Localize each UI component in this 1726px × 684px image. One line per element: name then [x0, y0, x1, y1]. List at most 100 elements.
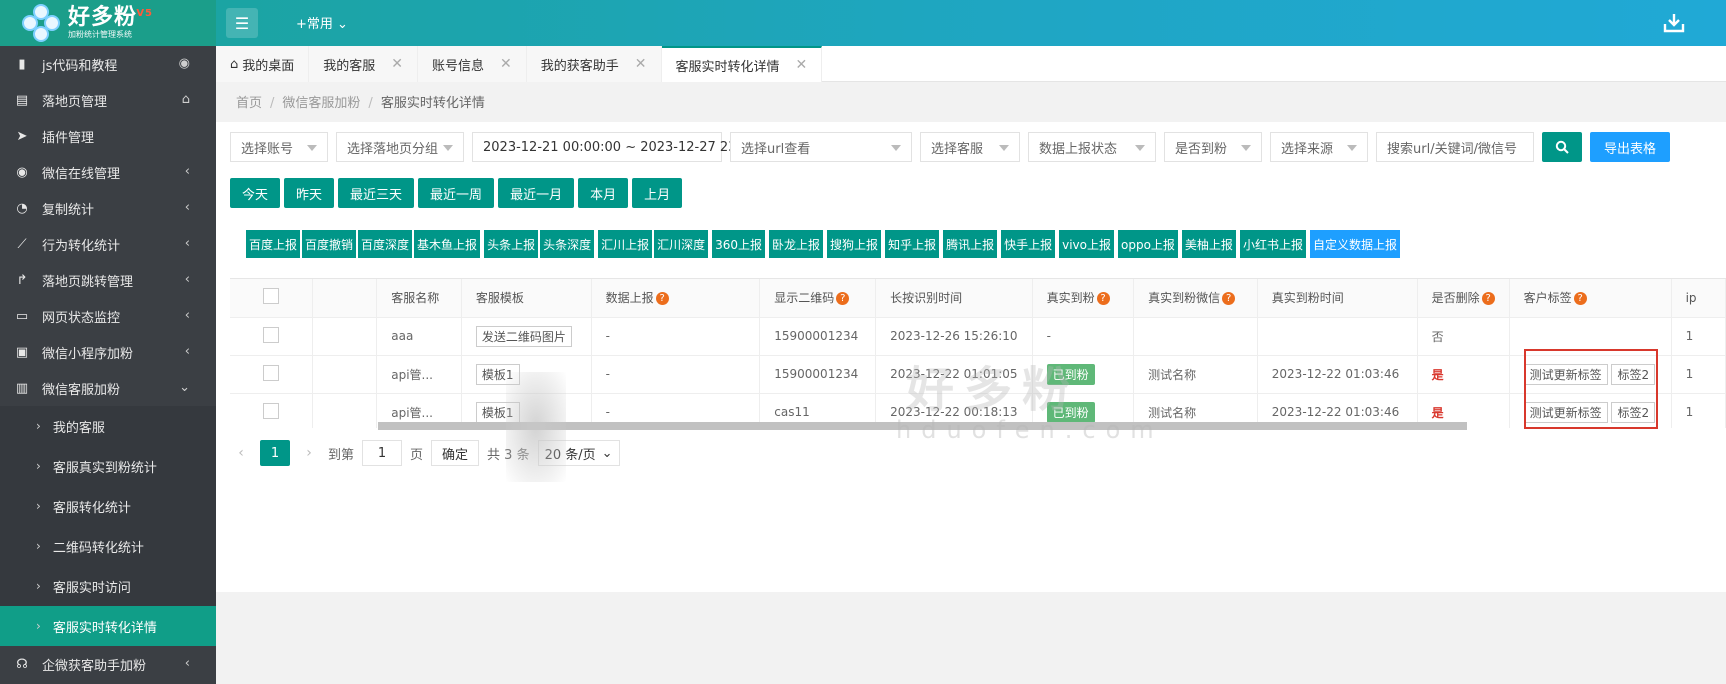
is-fan-select[interactable]: 是否到粉 [1164, 132, 1262, 162]
sidebar-item-4[interactable]: ◔ 复制统计 ‹ [0, 190, 216, 226]
prev-page-icon[interactable]: ‹ [230, 445, 252, 461]
page-input[interactable]: 1 [362, 440, 403, 466]
help-icon[interactable]: ? [1481, 292, 1495, 306]
report-button[interactable]: 基木鱼上报 [414, 230, 481, 258]
next-page-icon[interactable]: › [298, 445, 320, 461]
sidebar-sub-my-service[interactable]: › 我的客服 [0, 406, 216, 446]
sidebar-item-0[interactable]: ▮ js代码和教程 ◉ [0, 46, 216, 82]
header-real-fan: 真实到粉? [1032, 279, 1135, 318]
url-view-select[interactable]: 选择url查看 [730, 132, 912, 162]
sidebar-sub-label: 客服转化统计 [52, 500, 131, 516]
landing-group-select[interactable]: 选择落地页分组 [336, 132, 464, 162]
tab-my-assistant[interactable]: 我的获客助手 ✕ [526, 46, 662, 82]
report-button[interactable]: vivo上报 [1059, 230, 1114, 258]
close-icon[interactable]: ✕ [391, 56, 403, 72]
report-button[interactable]: 搜狗上报 [827, 230, 882, 258]
close-icon[interactable]: ✕ [796, 57, 808, 73]
sidebar-sub-realtime-conversion[interactable]: › 客服实时转化详情 [0, 606, 216, 646]
breadcrumb-parent[interactable]: 微信客服加粉 [282, 96, 360, 111]
highlight-box [1524, 349, 1658, 429]
row-checkbox[interactable] [262, 326, 279, 343]
breadcrumb-home[interactable]: 首页 [236, 96, 262, 111]
account-select[interactable]: 选择账号 [230, 132, 328, 162]
select-all-checkbox[interactable] [262, 288, 279, 305]
search-button[interactable] [1542, 132, 1582, 162]
report-button[interactable]: 快手上报 [1001, 230, 1056, 258]
quick-date-button[interactable]: 上月 [632, 178, 683, 208]
sidebar-item-1[interactable]: ▤ 落地页管理 ⌂ [0, 82, 216, 118]
help-icon[interactable]: ? [1222, 292, 1236, 306]
cell-service-name: api管... [376, 355, 462, 394]
sidebar-item-label: 落地页管理 [42, 94, 108, 110]
date-range-input[interactable]: 2023-12-21 00:00:00 ~ 2023-12-27 23:59:5… [472, 132, 778, 162]
common-menu[interactable]: +常用 ⌄ [296, 13, 348, 32]
report-button[interactable]: 360上报 [712, 230, 766, 258]
search-input[interactable]: 搜索url/关键词/微信号 [1376, 132, 1534, 162]
report-button[interactable]: 知乎上报 [885, 230, 940, 258]
report-button[interactable]: 百度上报 [246, 230, 301, 258]
report-button[interactable]: 头条深度 [540, 230, 595, 258]
report-button[interactable]: 腾讯上报 [943, 230, 998, 258]
quick-date-button[interactable]: 昨天 [284, 178, 335, 208]
export-button[interactable]: 导出表格 [1590, 132, 1671, 162]
menu-toggle-button[interactable]: ☰ [226, 8, 258, 38]
report-button[interactable]: 美柚上报 [1181, 230, 1236, 258]
cell-real-fan-wechat: 测试名称 [1133, 355, 1258, 394]
tab-account-info[interactable]: 账号信息 ✕ [418, 46, 527, 82]
help-icon[interactable]: ? [1096, 292, 1110, 306]
sidebar-item-2[interactable]: ➤ 插件管理 [0, 118, 216, 154]
tab-my-service[interactable]: 我的客服 ✕ [309, 46, 419, 82]
report-status-select[interactable]: 数据上报状态 [1028, 132, 1156, 162]
sidebar-sub-realtime-visit[interactable]: › 客服实时访问 [0, 566, 216, 606]
current-page[interactable]: 1 [260, 440, 290, 466]
template-tag: 发送二维码图片 [475, 325, 572, 347]
report-button-group: 360上报 [712, 230, 766, 258]
goto-confirm-button[interactable]: 确定 [431, 440, 480, 466]
main-content: 首页 / 微信客服加粉 / 客服实时转化详情 选择账号 选择落地页分组 2023-12-… [216, 82, 1726, 684]
report-button[interactable]: 头条上报 [484, 230, 539, 258]
sidebar-item-7[interactable]: ▭ 网页状态监控 ‹ [0, 298, 216, 334]
close-icon[interactable]: ✕ [635, 56, 647, 72]
help-icon[interactable]: ? [1573, 292, 1587, 306]
report-button[interactable]: 汇川深度 [654, 230, 709, 258]
report-button[interactable]: oppo上报 [1118, 230, 1178, 258]
custom-report-button[interactable]: 自定义数据上报 [1309, 230, 1400, 258]
help-icon[interactable]: ? [655, 292, 669, 306]
service-select[interactable]: 选择客服 [920, 132, 1020, 162]
sidebar-item-8[interactable]: ▣ 微信小程序加粉 ‹ [0, 334, 216, 370]
sidebar-sub-conversion-stats[interactable]: › 客服转化统计 [0, 486, 216, 526]
report-button[interactable]: 百度深度 [358, 230, 413, 258]
report-button[interactable]: 百度撤销 [302, 230, 357, 258]
sidebar-item-9[interactable]: ▥ 微信客服加粉 ⌄ [0, 370, 216, 406]
sidebar-sub-real-fan-stats[interactable]: › 客服真实到粉统计 [0, 446, 216, 486]
source-select[interactable]: 选择来源 [1270, 132, 1368, 162]
sidebar-item-6[interactable]: ↱ 落地页跳转管理 ‹ [0, 262, 216, 298]
sidebar-item-3[interactable]: ◉ 微信在线管理 ‹ [0, 154, 216, 190]
share-icon: ↱ [16, 272, 28, 288]
sidebar-item-label: 复制统计 [42, 202, 95, 218]
sidebar-sub-qr-stats[interactable]: › 二维码转化统计 [0, 526, 216, 566]
logo-text: 好多粉 V5 加粉统计管理系统 [68, 6, 152, 40]
quick-date-button[interactable]: 本月 [578, 178, 629, 208]
quick-date-button[interactable]: 最近一周 [418, 178, 495, 208]
quick-date-button[interactable]: 最近三天 [338, 178, 415, 208]
report-button-group: 美柚上报 [1181, 230, 1236, 258]
row-blank-cell [312, 317, 378, 356]
download-icon[interactable] [1662, 12, 1686, 34]
sidebar-item-wecom-assistant[interactable]: ☊ 企微获客助手加粉 ‹ [0, 646, 216, 682]
sidebar-item-5[interactable]: ⟋ 行为转化统计 ‹ [0, 226, 216, 262]
report-button[interactable]: 小红书上报 [1239, 230, 1306, 258]
report-button[interactable]: 汇川上报 [598, 230, 653, 258]
close-icon[interactable]: ✕ [500, 56, 512, 72]
hamburger-icon: ☰ [234, 13, 250, 33]
row-checkbox[interactable] [262, 402, 279, 419]
tab-realtime-conversion[interactable]: 客服实时转化详情 ✕ [661, 46, 823, 82]
help-icon[interactable]: ? [836, 292, 850, 306]
quick-date-button[interactable]: 最近一月 [498, 178, 575, 208]
logo[interactable]: 好多粉 V5 加粉统计管理系统 [0, 0, 216, 46]
report-button[interactable]: 卧龙上报 [769, 230, 824, 258]
quick-date-button[interactable]: 今天 [230, 178, 281, 208]
tab-my-desktop[interactable]: ⌂ 我的桌面 [216, 46, 310, 82]
report-button-group: 汇川上报 汇川深度 [598, 230, 709, 258]
row-checkbox[interactable] [262, 364, 279, 381]
